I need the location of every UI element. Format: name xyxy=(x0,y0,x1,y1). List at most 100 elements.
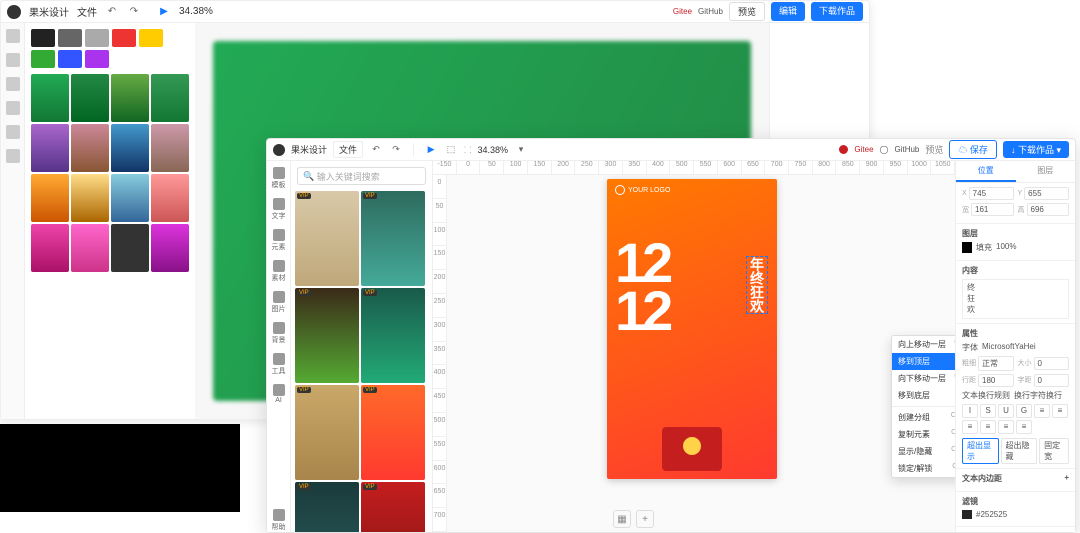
w-input[interactable]: 161 xyxy=(971,203,1014,216)
sidebar-item-image[interactable]: 图片 xyxy=(272,291,286,314)
add-icon[interactable]: + xyxy=(1064,531,1069,532)
template-card[interactable]: VIP xyxy=(295,288,359,383)
align-center-button[interactable]: ≡ xyxy=(1052,404,1068,418)
add-icon[interactable]: + xyxy=(1064,473,1069,484)
download-button[interactable]: 下载作品 xyxy=(811,2,863,21)
preview-button[interactable]: 预览 xyxy=(729,2,765,21)
template-card[interactable]: VIP xyxy=(295,482,359,532)
tab-layer[interactable]: 图层 xyxy=(1016,161,1076,182)
swatch[interactable] xyxy=(58,29,82,47)
template-card[interactable]: VIP xyxy=(361,482,425,532)
sidebar-item-bg[interactable]: 背景 xyxy=(272,322,286,345)
undo-icon[interactable]: ↶ xyxy=(369,143,383,157)
filter-value[interactable]: #252525 xyxy=(976,510,1007,519)
stage[interactable]: YOUR LOGO 1212 年终狂欢 向上移动一层Ctrl ] 移到顶层] 向… xyxy=(447,175,955,532)
swatch[interactable] xyxy=(139,29,163,47)
valign-mid-button[interactable]: ≡ xyxy=(998,420,1014,434)
file-menu[interactable]: 文件 xyxy=(333,141,363,158)
artboard-side-text[interactable]: 年终狂欢 xyxy=(747,257,767,313)
valign-top-button[interactable]: ≡ xyxy=(980,420,996,434)
tab-position[interactable]: 位置 xyxy=(956,161,1016,182)
play-icon[interactable]: ▶ xyxy=(157,5,171,19)
thumb[interactable] xyxy=(31,174,69,222)
artboard[interactable]: YOUR LOGO 1212 年终狂欢 xyxy=(607,179,777,479)
red-envelope-icon[interactable] xyxy=(662,427,722,471)
redo-icon[interactable]: ↷ xyxy=(127,5,141,19)
wrap-select[interactable]: 换行字符换行 xyxy=(1014,390,1062,401)
sidebar-item-help[interactable]: 帮助 xyxy=(272,509,286,532)
swatch[interactable] xyxy=(31,29,55,47)
sidebar-icon[interactable] xyxy=(6,77,20,91)
sidebar-icon[interactable] xyxy=(6,125,20,139)
fill-swatch[interactable] xyxy=(962,242,972,253)
swatch[interactable] xyxy=(31,50,55,68)
zoom-value[interactable]: 34.38% xyxy=(478,145,509,155)
ctx-move-top[interactable]: 移到顶层] xyxy=(892,353,955,370)
ctx-lock[interactable]: 锁定/解锁Ctrl L xyxy=(892,460,955,477)
fixed-width[interactable]: 固定宽 xyxy=(1039,438,1069,464)
y-input[interactable]: 655 xyxy=(1024,187,1069,200)
overflow-show[interactable]: 超出显示 xyxy=(962,438,999,464)
sidebar-icon[interactable] xyxy=(6,101,20,115)
sidebar-item-material[interactable]: 素材 xyxy=(272,260,286,283)
g-button[interactable]: G xyxy=(1016,404,1032,418)
artboard-headline[interactable]: 1212 xyxy=(615,239,669,334)
opacity-input[interactable]: 100% xyxy=(996,242,1016,253)
sidebar-item-ai[interactable]: AI xyxy=(273,384,285,404)
thumb[interactable] xyxy=(111,174,149,222)
thumb[interactable] xyxy=(31,224,69,272)
template-card[interactable]: VIP xyxy=(361,288,425,383)
underline-button[interactable]: U xyxy=(998,404,1014,418)
italic-button[interactable]: I xyxy=(962,404,978,418)
thumb[interactable] xyxy=(111,124,149,172)
share-button[interactable]: 编辑 xyxy=(771,2,805,21)
gitee-link[interactable]: Gitee xyxy=(854,145,873,154)
ctx-move-up[interactable]: 向上移动一层Ctrl ] xyxy=(892,336,955,353)
thumb[interactable] xyxy=(151,124,189,172)
zoom-value[interactable]: 34.38% xyxy=(179,6,213,17)
thumb[interactable] xyxy=(111,74,149,122)
template-card[interactable]: VIP xyxy=(295,385,359,480)
h-input[interactable]: 696 xyxy=(1027,203,1070,216)
thumb[interactable] xyxy=(151,74,189,122)
thumb[interactable] xyxy=(31,74,69,122)
add-page-button[interactable]: + xyxy=(636,510,654,528)
search-input[interactable]: 🔍 输入关键词搜索 xyxy=(297,167,426,185)
ctx-show[interactable]: 显示/隐藏Ctrl H xyxy=(892,443,955,460)
strike-button[interactable]: S xyxy=(980,404,996,418)
sidebar-item-element[interactable]: 元素 xyxy=(272,229,286,252)
sidebar-item-template[interactable]: 模板 xyxy=(272,167,286,190)
sidebar-icon[interactable] xyxy=(6,53,20,67)
thumb[interactable] xyxy=(71,174,109,222)
github-link[interactable]: GitHub xyxy=(894,145,919,154)
swatch[interactable] xyxy=(85,50,109,68)
sidebar-icon[interactable] xyxy=(6,29,20,43)
thumb[interactable] xyxy=(71,124,109,172)
align-right-button[interactable]: ≡ xyxy=(962,420,978,434)
template-card[interactable]: VIP xyxy=(361,191,425,286)
weight-select[interactable]: 正常 xyxy=(978,356,1014,371)
align-left-button[interactable]: ≡ xyxy=(1034,404,1050,418)
play-icon[interactable]: ▶ xyxy=(424,143,438,157)
filter-swatch[interactable] xyxy=(962,510,972,519)
preview-link[interactable]: 预览 xyxy=(925,143,943,156)
size-input[interactable]: 0 xyxy=(1034,357,1070,370)
undo-icon[interactable]: ↶ xyxy=(105,5,119,19)
ctx-group[interactable]: 创建分组Ctrl G xyxy=(892,409,955,426)
thumb[interactable] xyxy=(71,224,109,272)
ctx-move-bottom[interactable]: 移到底层[ xyxy=(892,387,955,404)
redo-icon[interactable]: ↷ xyxy=(389,143,403,157)
github-link[interactable]: GitHub xyxy=(698,7,723,16)
letterspace-input[interactable]: 0 xyxy=(1034,374,1070,387)
thumb[interactable] xyxy=(151,174,189,222)
page-thumb[interactable]: ▦ xyxy=(613,510,631,528)
template-card[interactable]: VIP xyxy=(361,385,425,480)
overflow-hide[interactable]: 超出隐藏 xyxy=(1001,438,1038,464)
sidebar-item-text[interactable]: 文字 xyxy=(272,198,286,221)
x-input[interactable]: 745 xyxy=(969,187,1014,200)
font-select[interactable]: MicrosoftYaHei xyxy=(982,342,1036,353)
swatch[interactable] xyxy=(112,29,136,47)
sidebar-item-tool[interactable]: 工具 xyxy=(272,353,286,376)
sidebar-icon[interactable] xyxy=(6,149,20,163)
thumb[interactable] xyxy=(71,74,109,122)
